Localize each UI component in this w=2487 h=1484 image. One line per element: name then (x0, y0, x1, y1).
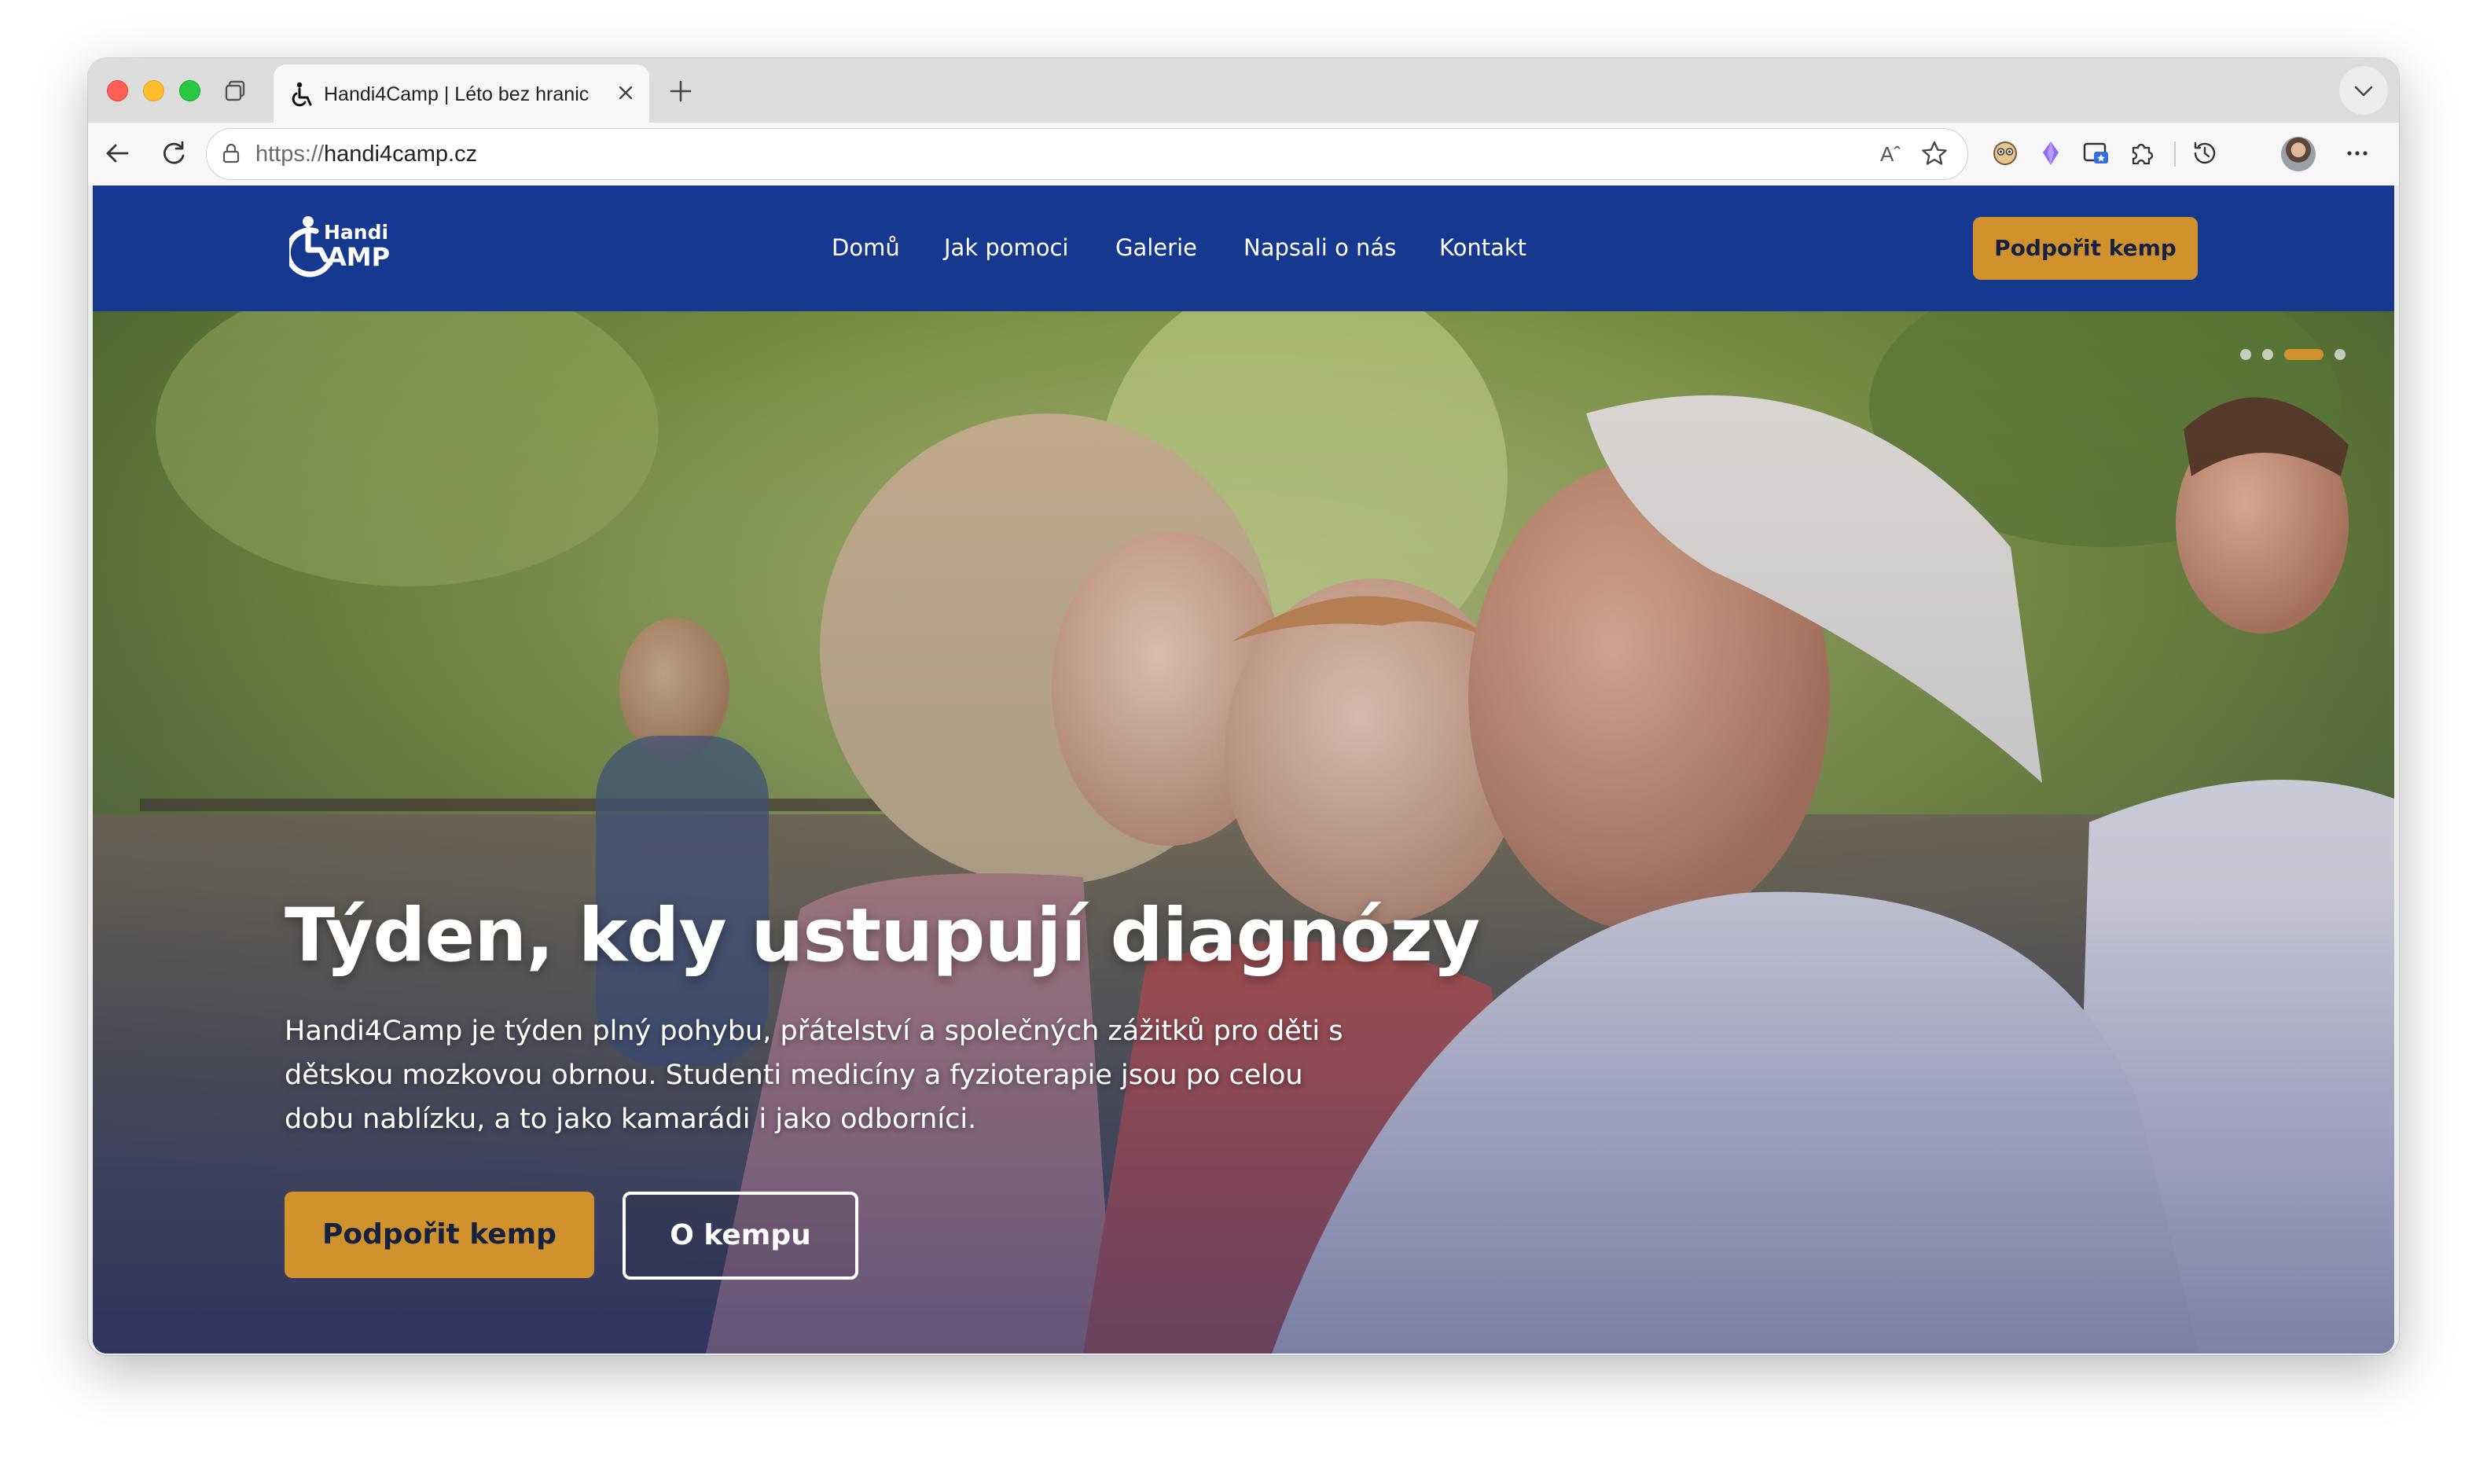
extension-owl-icon[interactable] (1989, 137, 2022, 170)
logo-wheelchair-icon (303, 216, 314, 227)
nav-press[interactable]: Napsali o nás (1244, 234, 1396, 261)
favorite-star-icon[interactable] (1919, 138, 1950, 170)
profile-avatar[interactable] (2281, 137, 2316, 171)
tab-title: Handi4Camp | Léto bez hranic (324, 83, 590, 105)
hero-description: Handi4Camp je týden plný pohybu, přátels… (285, 1016, 1343, 1135)
carousel-dot-4[interactable] (2335, 349, 2346, 360)
hero-support-button[interactable]: Podpořit kemp (285, 1192, 594, 1278)
maximize-window-button[interactable] (179, 80, 200, 101)
toolbar-divider (2174, 141, 2176, 167)
page-viewport: Handi AMP Domů Jak pomoci Galerie Napsal… (93, 186, 2394, 1354)
carousel-dot-2[interactable] (2262, 349, 2273, 360)
collections-icon[interactable] (2080, 137, 2113, 170)
more-menu-icon[interactable] (2341, 137, 2374, 170)
nav-gallery[interactable]: Galerie (1115, 234, 1197, 261)
nav-how-to-help[interactable]: Jak pomoci (944, 234, 1068, 261)
tab-search-button[interactable] (2339, 66, 2388, 115)
extensions-puzzle-icon[interactable] (2125, 137, 2158, 170)
url-protocol: https:// (255, 141, 325, 167)
browser-toolbar: https://handi4camp.cz Aˆ (88, 123, 2399, 186)
extension-crystal-icon[interactable] (2034, 137, 2067, 170)
url-host: handi4camp.cz (324, 141, 478, 167)
tab-actions-icon[interactable] (222, 77, 250, 105)
new-tab-icon[interactable] (665, 75, 696, 107)
nav-contact[interactable]: Kontakt (1439, 234, 1526, 261)
back-arrow-icon[interactable] (101, 137, 134, 170)
tab-active[interactable]: Handi4Camp | Léto bez hranic (274, 64, 649, 123)
hero-section: Týden, kdy ustupují diagnózy Handi4Camp … (93, 311, 2394, 1354)
close-window-button[interactable] (107, 80, 128, 101)
minimize-window-button[interactable] (143, 80, 164, 101)
hero-title: Týden, kdy ustupují diagnózy (285, 893, 1480, 979)
url-text[interactable]: https://handi4camp.cz (255, 141, 477, 167)
address-bar[interactable]: https://handi4camp.cz Aˆ (206, 128, 1968, 180)
history-icon[interactable] (2188, 137, 2221, 170)
nav-home[interactable]: Domů (832, 234, 900, 261)
logo-text-handi: Handi (324, 221, 388, 244)
chevron-down-icon (2354, 86, 2373, 97)
logo-text-amp: AMP (327, 242, 390, 272)
hero-about-button[interactable]: O kempu (623, 1192, 858, 1280)
carousel-dot-3-active[interactable] (2284, 349, 2324, 360)
reload-icon[interactable] (157, 137, 190, 170)
site-navbar: Handi AMP Domů Jak pomoci Galerie Napsal… (93, 186, 2394, 311)
site-logo[interactable]: Handi AMP (289, 212, 399, 285)
wheelchair-icon (292, 82, 312, 107)
nav-support-button[interactable]: Podpořit kemp (1973, 217, 2198, 280)
read-aloud-icon[interactable]: Aˆ (1875, 138, 1906, 170)
carousel-dot-1[interactable] (2240, 349, 2251, 360)
lock-icon[interactable] (218, 140, 244, 167)
tab-strip: Handi4Camp | Léto bez hranic (88, 58, 2399, 123)
browser-window: Handi4Camp | Léto bez hranic https://han… (88, 58, 2399, 1355)
close-tab-icon[interactable] (612, 79, 640, 107)
